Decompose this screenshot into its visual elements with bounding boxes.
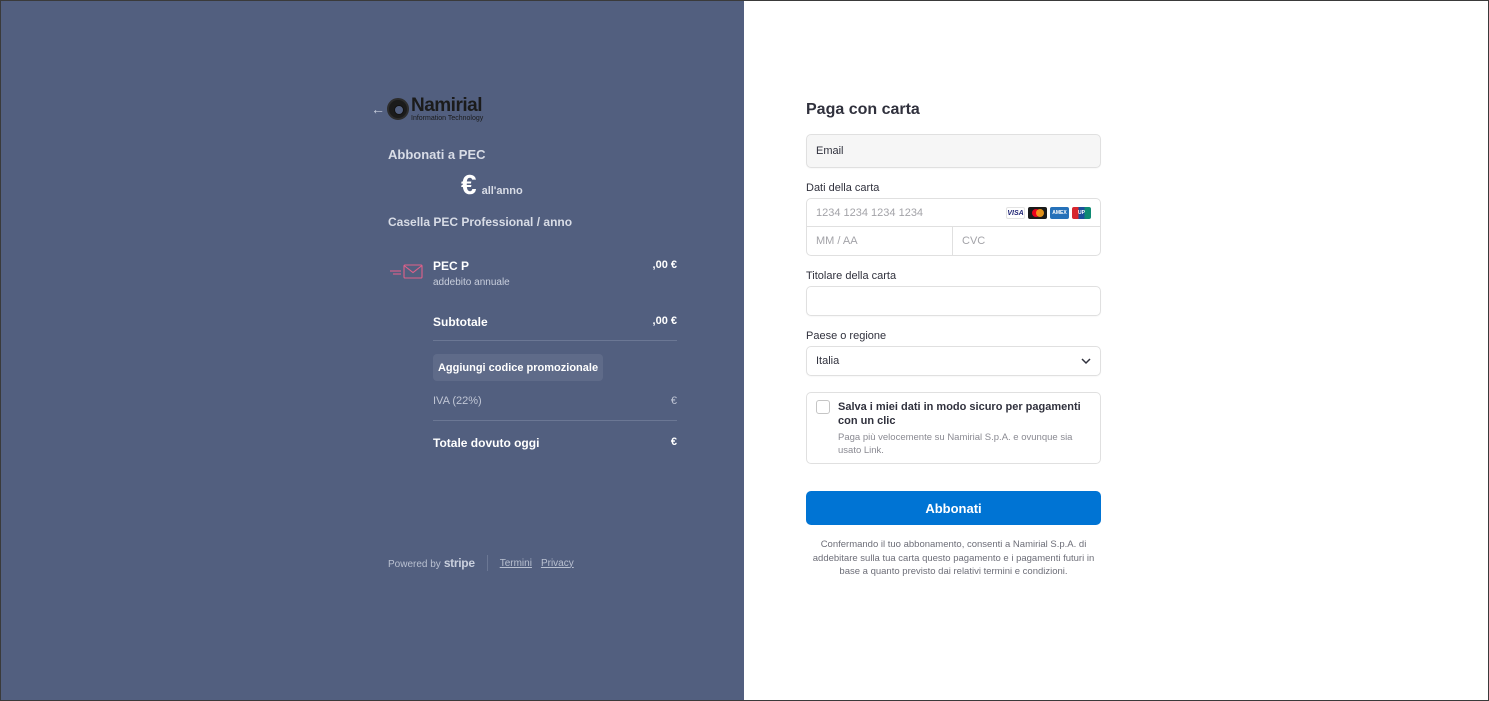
card-brands: VISA AMEX UP — [1006, 207, 1091, 219]
price-period: all'anno — [481, 185, 523, 197]
amex-icon: AMEX — [1050, 207, 1069, 219]
payment-form-panel: Paga con carta Email Dati della carta 12… — [744, 1, 1488, 700]
country-label: Paese o regione — [806, 330, 887, 342]
chevron-down-icon — [1081, 358, 1091, 365]
save-info-subtitle: Paga più velocemente su Namirial S.p.A. … — [838, 432, 1073, 456]
subtotal-label: Subtotale — [433, 315, 488, 329]
powered-by-stripe[interactable]: Powered by stripe — [388, 556, 475, 570]
email-icon — [390, 264, 423, 279]
order-summary-panel: ← Namirial Information Technology Abbona… — [1, 1, 744, 700]
logo-subtitle: Information Technology — [411, 115, 484, 122]
privacy-link[interactable]: Privacy — [541, 558, 574, 569]
terms-link[interactable]: Termini — [500, 558, 532, 569]
cardholder-label: Titolare della carta — [806, 270, 897, 282]
total-label: Totale dovuto oggi — [433, 436, 540, 450]
namirial-logo[interactable]: Namirial Information Technology — [387, 96, 483, 122]
visa-icon: VISA — [1006, 207, 1025, 219]
save-info-title: Salva i miei dati in modo sicuro per pag… — [838, 401, 1081, 427]
country-select[interactable]: Italia — [806, 346, 1101, 376]
plan-name: Casella PEC Professional / anno — [388, 215, 573, 229]
arrow-left-icon[interactable]: ← — [371, 101, 385, 117]
footer-divider — [486, 555, 488, 571]
price-row: € all'anno — [461, 169, 523, 201]
line-item-title: PEC P — [433, 259, 470, 273]
stripe-logo: stripe — [443, 556, 475, 570]
line-item-price: ,00 € — [652, 259, 677, 271]
card-details-group: 1234 1234 1234 1234 VISA AMEX UP MM / AA… — [806, 198, 1101, 256]
card-expiry-input[interactable]: MM / AA — [807, 227, 953, 255]
save-info-box: Salva i miei dati in modo sicuro per pag… — [806, 392, 1101, 464]
vat-label: IVA (22%) — [433, 395, 482, 407]
powered-by-label: Powered by — [388, 559, 441, 570]
form-title: Paga con carta — [806, 101, 920, 118]
mastercard-icon — [1028, 207, 1047, 219]
unionpay-icon: UP — [1072, 207, 1091, 219]
price-symbol: € — [461, 169, 477, 200]
card-cvc-input[interactable]: CVC — [953, 227, 1100, 255]
cardholder-input[interactable] — [806, 286, 1101, 316]
email-field[interactable]: Email — [806, 134, 1101, 168]
logo-mark-icon — [387, 98, 409, 120]
legal-text: Confermando il tuo abbonamento, consenti… — [812, 539, 1095, 577]
subtotal-value: ,00 € — [652, 315, 677, 327]
divider — [433, 340, 677, 341]
divider — [433, 420, 677, 421]
add-promo-code-button[interactable]: Aggiungi codice promozionale — [433, 354, 603, 381]
vat-value: € — [670, 395, 677, 407]
footer: Powered by stripe Termini Privacy — [388, 555, 583, 571]
save-info-checkbox[interactable] — [816, 400, 830, 414]
total-value: € — [670, 436, 677, 448]
product-name: Abbonati a PEC — [388, 147, 486, 162]
subscribe-button[interactable]: Abbonati — [806, 491, 1101, 525]
line-item-subtitle: addebito annuale — [433, 277, 510, 288]
country-value: Italia — [816, 355, 840, 367]
card-details-label: Dati della carta — [806, 182, 880, 194]
logo-name: Namirial — [411, 95, 482, 116]
